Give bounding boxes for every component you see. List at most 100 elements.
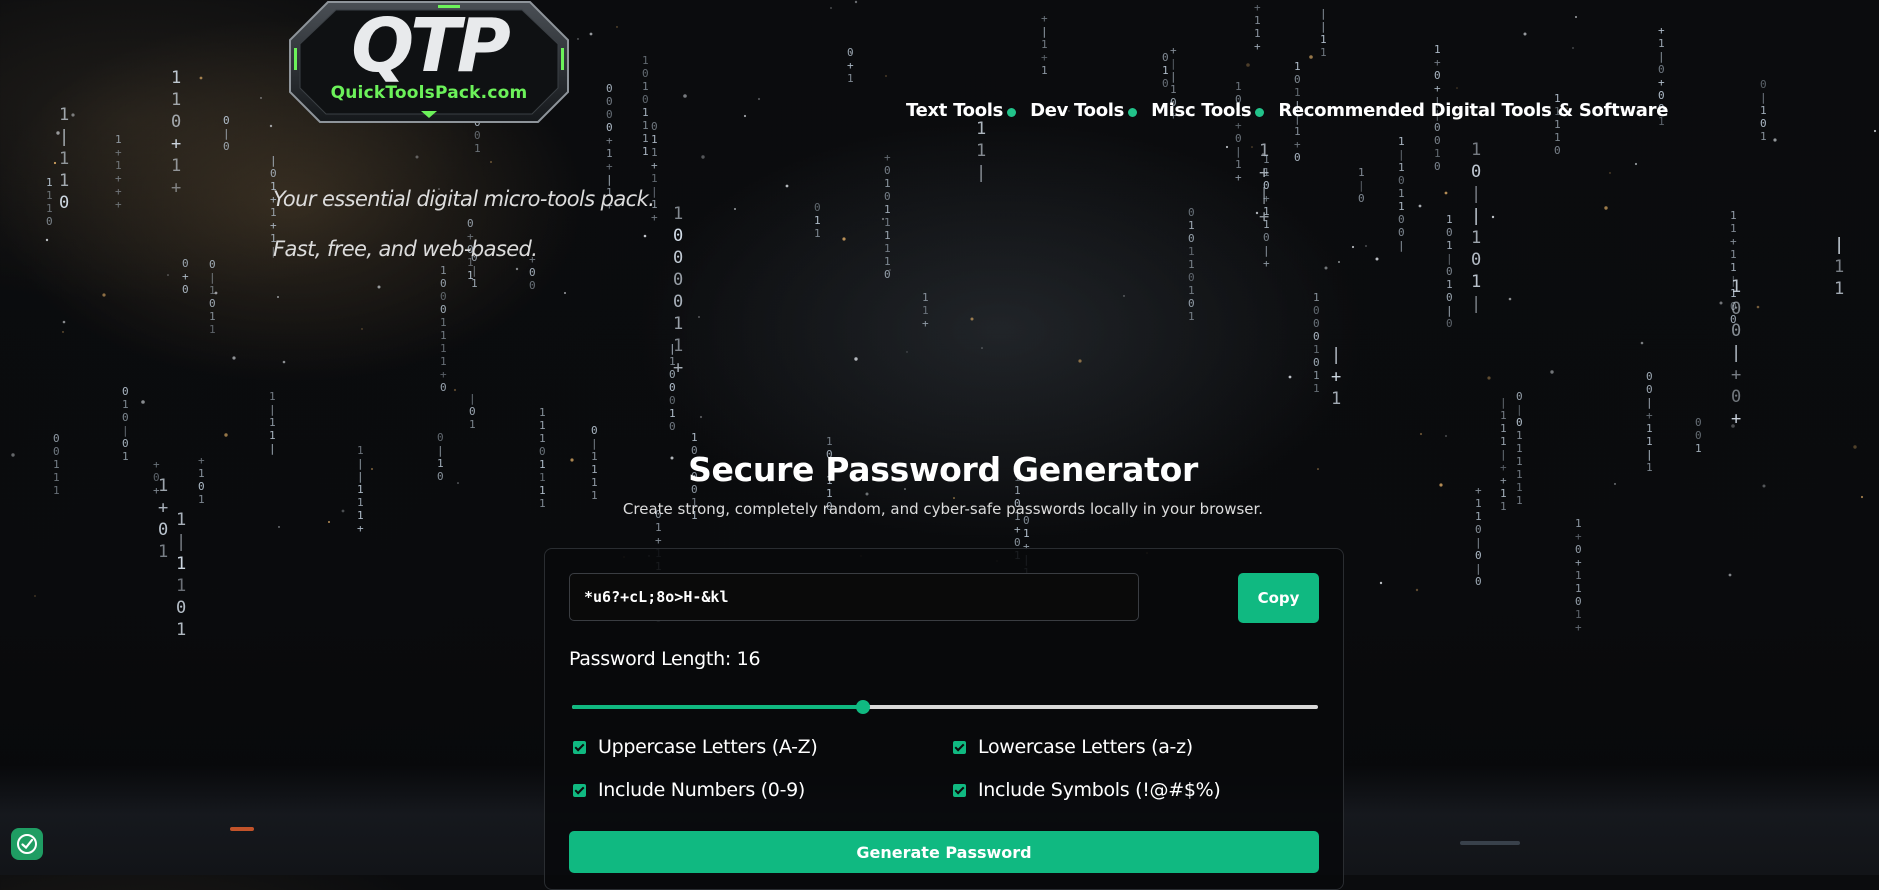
matrix-glyph: 1 — [1760, 104, 1767, 117]
star-dot — [734, 208, 736, 210]
password-length-slider[interactable] — [572, 700, 1318, 715]
matrix-glyph: 0 — [1434, 160, 1441, 173]
star-dot — [1487, 376, 1491, 380]
matrix-glyph: 0 — [1188, 206, 1195, 219]
matrix-glyph: | — [1170, 70, 1177, 83]
matrix-glyph: | — [1320, 7, 1327, 20]
matrix-glyph: 1 — [884, 242, 891, 255]
matrix-glyph: | — [1658, 50, 1665, 63]
matrix-glyph: + — [182, 270, 189, 283]
matrix-glyph: 1 — [1294, 86, 1301, 99]
matrix-glyph: + — [606, 160, 613, 173]
star-dot — [1246, 63, 1250, 67]
matrix-glyph: 1 — [1730, 209, 1737, 222]
matrix-glyph: 1 — [673, 204, 683, 224]
star-dot — [1508, 297, 1512, 301]
star-dot — [865, 492, 869, 496]
star-dot — [1419, 432, 1423, 436]
slider-thumb[interactable] — [855, 700, 870, 714]
password-output-field[interactable] — [569, 573, 1139, 621]
matrix-glyph: 0 — [642, 93, 649, 106]
matrix-glyph: 1 — [884, 216, 891, 229]
star-dot — [260, 97, 262, 99]
matrix-glyph: 0 — [469, 405, 476, 418]
matrix-glyph: 1 — [176, 554, 186, 574]
matrix-glyph: 0 — [182, 283, 189, 296]
star-dot — [1123, 295, 1125, 297]
matrix-glyph: | — [1475, 562, 1482, 575]
matrix-glyph: 1 — [440, 329, 447, 342]
matrix-glyph: | — [1516, 403, 1523, 416]
star-dot — [1728, 573, 1732, 577]
slider-fill — [572, 705, 863, 709]
matrix-glyph: | — [176, 532, 186, 552]
option-uppercase[interactable]: Uppercase Letters (A-Z) — [573, 736, 818, 758]
matrix-glyph: 1 — [642, 119, 649, 132]
nav-dev-tools[interactable]: Dev Tools — [1030, 100, 1138, 121]
logo-letters: QTP — [351, 3, 511, 89]
matrix-glyph: 1 — [642, 132, 649, 145]
option-numbers[interactable]: Include Numbers (0-9) — [573, 779, 805, 801]
matrix-glyph: + — [655, 534, 662, 547]
star-dot — [1444, 191, 1448, 195]
matrix-glyph: 0 — [1398, 226, 1405, 239]
star-dot — [698, 316, 700, 318]
checkbox-checked-icon[interactable] — [953, 740, 966, 754]
matrix-glyph: 1 — [673, 314, 683, 334]
matrix-glyph: 1 — [209, 310, 216, 323]
star-dot — [577, 38, 579, 40]
generate-password-button[interactable]: Generate Password — [569, 831, 1319, 873]
star-dot — [102, 293, 106, 297]
matrix-glyph: 0 — [1398, 174, 1405, 187]
nav-text-tools[interactable]: Text Tools — [906, 100, 1017, 121]
matrix-glyph: 0 — [884, 164, 891, 177]
star-dot — [45, 238, 49, 242]
checkbox-checked-icon[interactable] — [573, 740, 586, 754]
star-dot — [167, 274, 169, 276]
star-dot — [277, 296, 279, 298]
copy-button[interactable]: Copy — [1238, 573, 1319, 623]
checkbox-checked-icon[interactable] — [573, 783, 586, 797]
matrix-glyph: 0 — [1446, 317, 1453, 330]
matrix-glyph: 1 — [1320, 33, 1327, 46]
matrix-glyph: 0 — [591, 424, 598, 437]
matrix-glyph: 1 — [269, 429, 276, 442]
matrix-glyph: + — [1434, 56, 1441, 69]
matrix-glyph: 0 — [1575, 543, 1582, 556]
matrix-glyph: 1 — [976, 141, 986, 161]
matrix-glyph: + — [1731, 409, 1741, 429]
logo[interactable]: QTP QuickToolsPack.com — [288, 0, 570, 126]
star-dot — [1634, 162, 1638, 166]
nav-misc-tools[interactable]: Misc Tools — [1151, 100, 1265, 121]
matrix-glyph: | — [223, 127, 230, 140]
star-dot — [214, 291, 218, 295]
matrix-glyph: 1 — [884, 255, 891, 268]
matrix-glyph: + — [1263, 192, 1270, 205]
star-dot — [1351, 245, 1355, 249]
matrix-glyph: 1 — [1254, 27, 1261, 40]
star-dot — [1338, 261, 1340, 263]
star-dot — [906, 351, 908, 353]
matrix-glyph: | — [471, 264, 478, 277]
shield-check-icon[interactable] — [11, 828, 43, 860]
matrix-glyph: 1 — [1235, 80, 1242, 93]
matrix-glyph: | — [591, 437, 598, 450]
matrix-glyph: 1 — [1358, 166, 1365, 179]
matrix-glyph: 1 — [922, 304, 929, 317]
matrix-glyph: 0 — [1434, 134, 1441, 147]
matrix-glyph: 0 — [223, 114, 230, 127]
matrix-glyph: 1 — [1471, 272, 1481, 292]
matrix-glyph: | — [1320, 20, 1327, 33]
option-lowercase[interactable]: Lowercase Letters (a-z) — [953, 736, 1193, 758]
matrix-glyph: | — [469, 392, 476, 405]
star-dot — [361, 328, 363, 330]
star-dot — [854, 357, 858, 361]
matrix-glyph: | — [270, 154, 277, 167]
matrix-glyph: + — [1254, 1, 1261, 14]
matrix-glyph: | — [669, 342, 676, 355]
option-symbols[interactable]: Include Symbols (!@#$%) — [953, 779, 1221, 801]
matrix-glyph: 1 — [642, 145, 649, 158]
star-dot — [71, 113, 75, 117]
nav-recommended-tools[interactable]: Recommended Digital Tools & Software — [1278, 100, 1668, 121]
checkbox-checked-icon[interactable] — [953, 783, 966, 797]
